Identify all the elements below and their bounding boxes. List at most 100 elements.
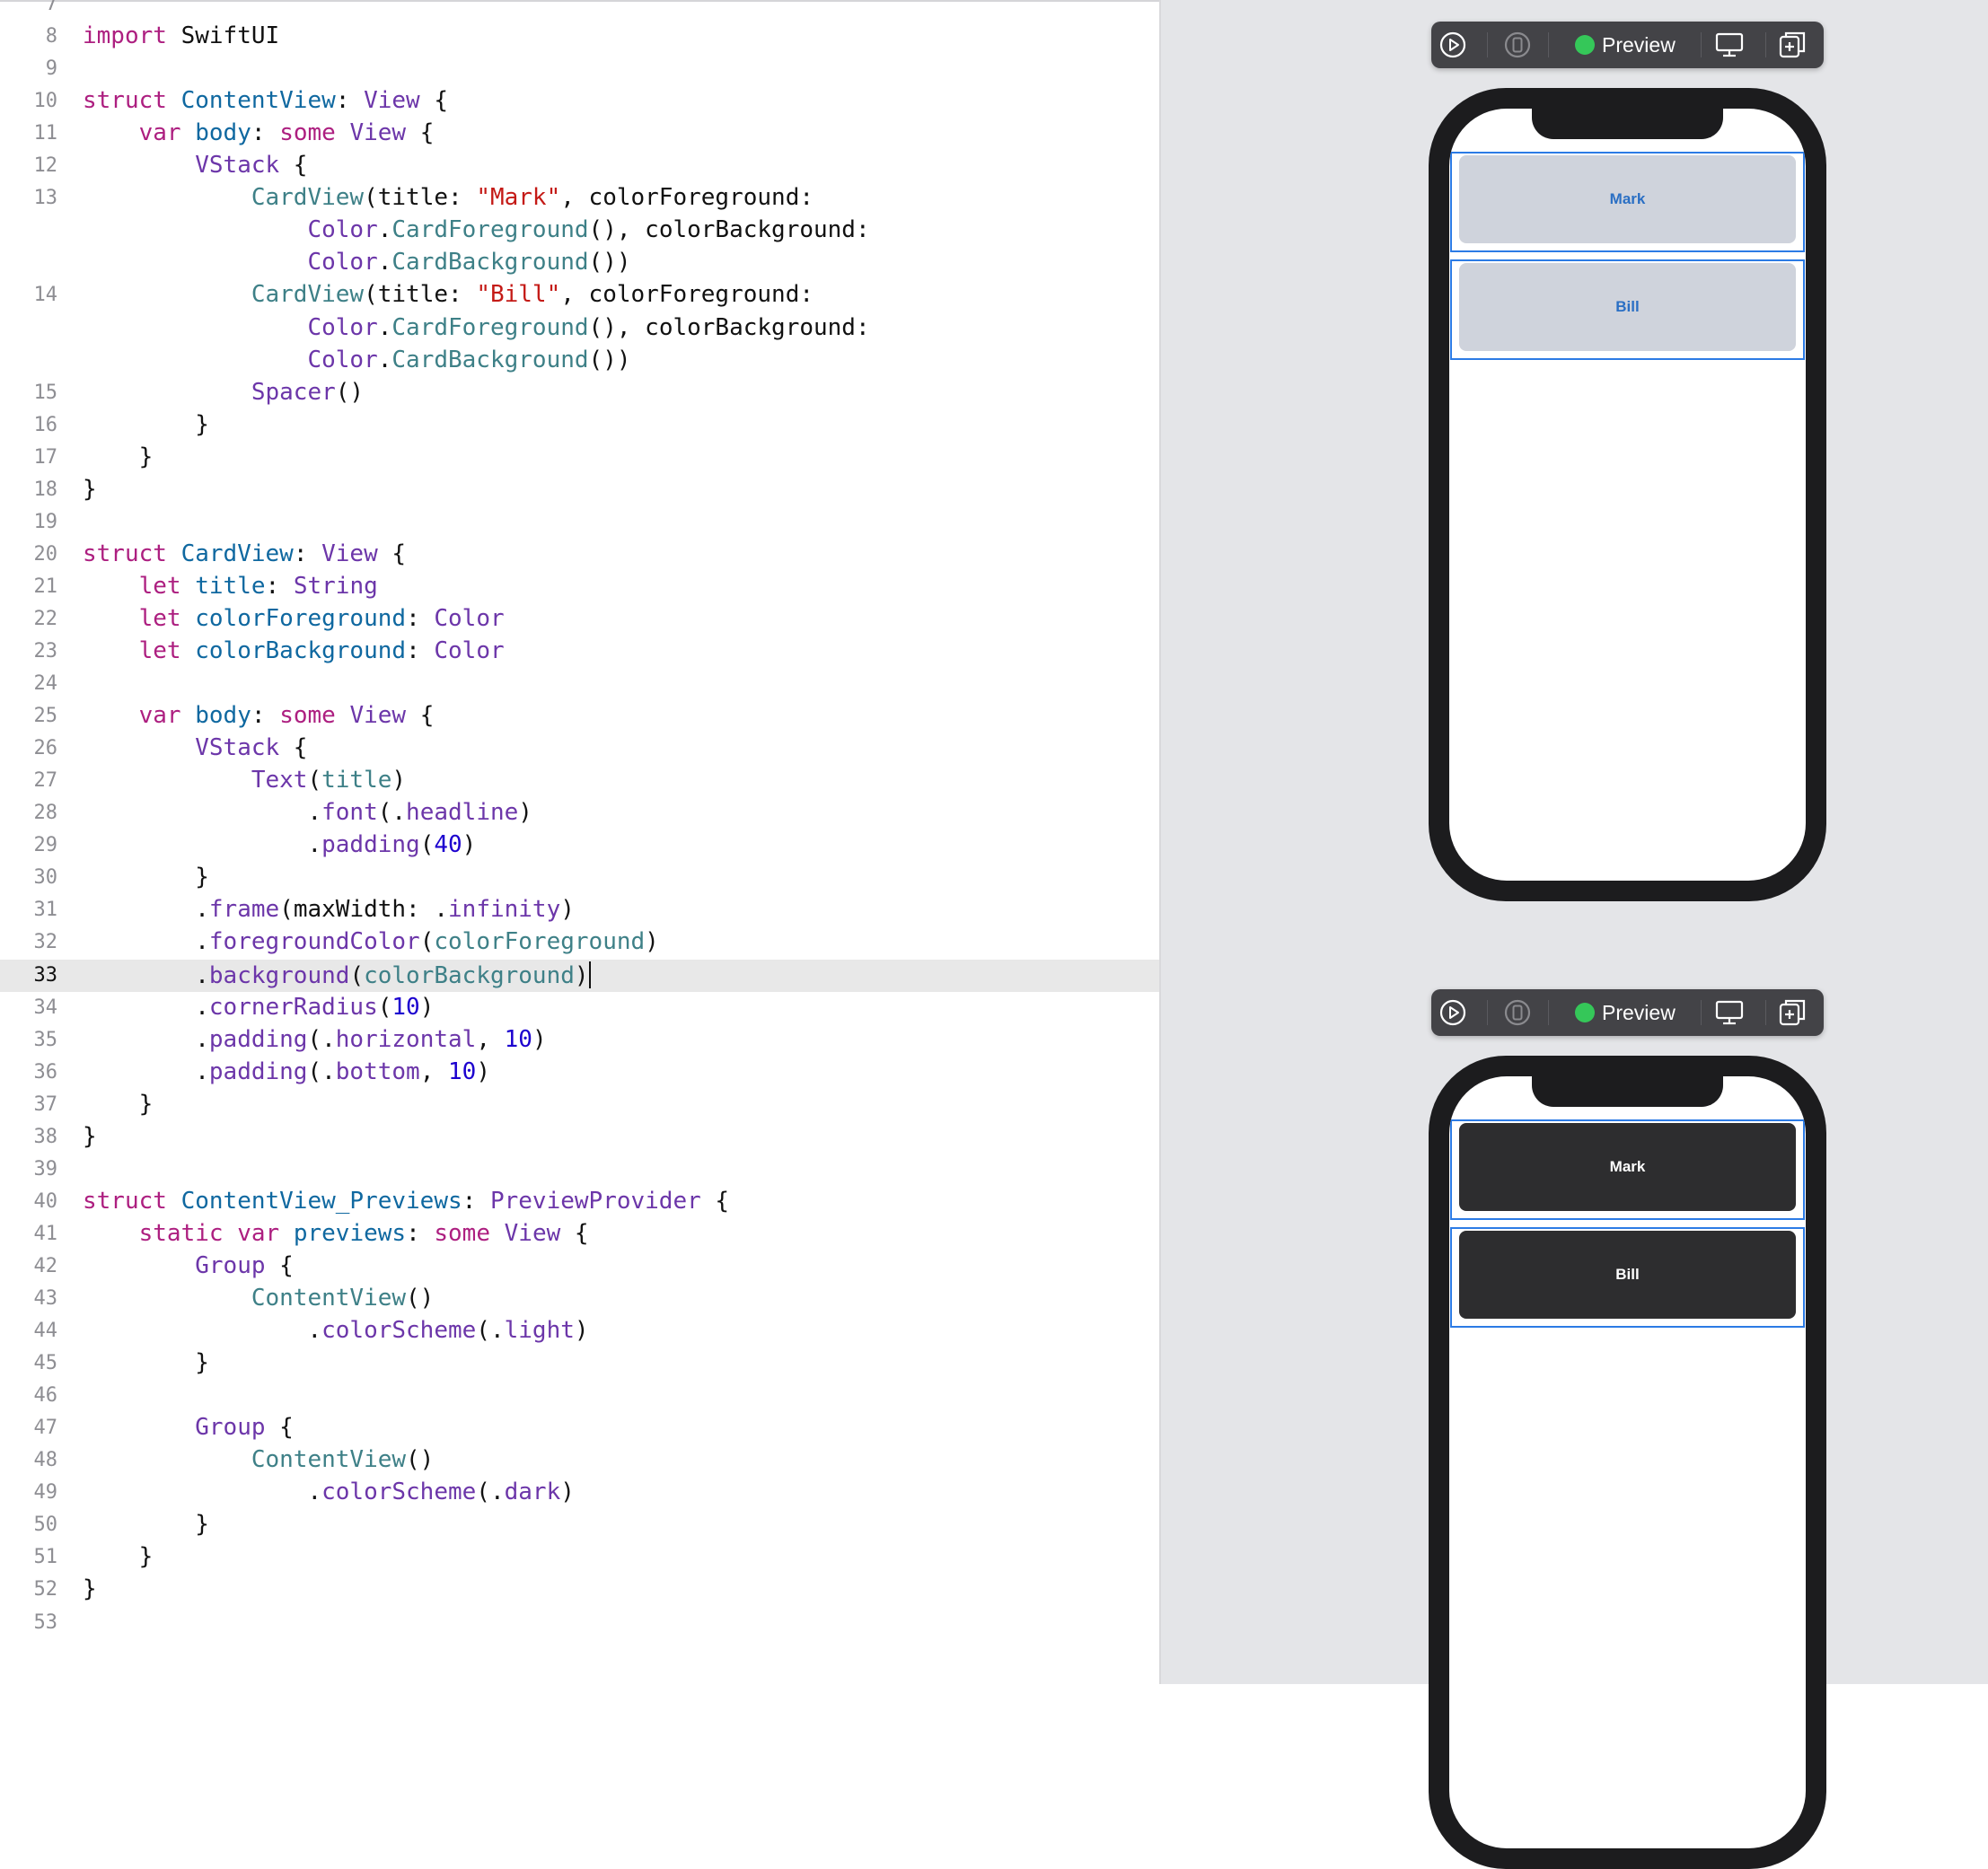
code-line[interactable]: 48 ContentView() bbox=[0, 1444, 1159, 1477]
code-line[interactable]: 21 let title: String bbox=[0, 571, 1159, 603]
code-token: (), colorBackground: bbox=[588, 313, 870, 341]
code-line[interactable]: 26 VStack { bbox=[0, 733, 1159, 765]
code-line[interactable]: 17 } bbox=[0, 442, 1159, 474]
code-token: let bbox=[138, 572, 181, 600]
code-line[interactable]: 43 ContentView() bbox=[0, 1283, 1159, 1315]
code-line[interactable]: 32 .foregroundColor(colorForeground) bbox=[0, 926, 1159, 959]
code-line[interactable]: 24 bbox=[0, 668, 1159, 700]
line-number: 51 bbox=[33, 1546, 58, 1569]
card-frame[interactable]: Mark bbox=[1450, 1119, 1805, 1220]
code-text: ContentView() bbox=[83, 1446, 435, 1473]
code-line[interactable]: 53 bbox=[0, 1607, 1159, 1639]
code-line[interactable]: 25 var body: some View { bbox=[0, 700, 1159, 733]
code-line[interactable]: 15 Spacer() bbox=[0, 377, 1159, 409]
code-line[interactable]: 7 bbox=[0, 0, 1159, 21]
duplicate-preview-button[interactable] bbox=[1776, 997, 1808, 1028]
code-line[interactable]: 39 bbox=[0, 1154, 1159, 1186]
code-token: View bbox=[364, 87, 420, 115]
code-text: .colorScheme(.light) bbox=[83, 1317, 589, 1345]
code-line[interactable]: 52} bbox=[0, 1574, 1159, 1606]
code-line[interactable]: 12 VStack { bbox=[0, 150, 1159, 182]
code-line[interactable]: 46 bbox=[0, 1380, 1159, 1412]
code-token: cornerRadius bbox=[208, 993, 378, 1021]
code-line[interactable]: 23 let colorBackground: Color bbox=[0, 636, 1159, 668]
code-line[interactable]: 28 .font(.headline) bbox=[0, 797, 1159, 829]
code-token: background bbox=[208, 961, 350, 989]
code-line[interactable]: Color.CardBackground()) bbox=[0, 247, 1159, 279]
code-line[interactable]: 27 Text(title) bbox=[0, 765, 1159, 797]
line-number: 21 bbox=[33, 575, 58, 598]
code-line[interactable]: 40 struct ContentView_Previews: PreviewPr… bbox=[0, 1186, 1159, 1218]
line-number: 13 bbox=[33, 187, 58, 210]
code-token: struct bbox=[83, 540, 167, 567]
code-editor[interactable]: 7 8 import SwiftUI 9 10 struct ContentView: V… bbox=[0, 0, 1161, 1684]
code-line[interactable]: 22 let colorForeground: Color bbox=[0, 603, 1159, 636]
code-line[interactable]: 37 } bbox=[0, 1089, 1159, 1121]
run-on-device-button[interactable] bbox=[1501, 30, 1534, 60]
code-line[interactable]: 35 .padding(.horizontal, 10) bbox=[0, 1024, 1159, 1057]
card-frame[interactable]: Bill bbox=[1450, 1227, 1805, 1328]
code-line[interactable]: 42 Group { bbox=[0, 1250, 1159, 1283]
line-number: 53 bbox=[33, 1610, 58, 1634]
code-line[interactable]: Color.CardForeground(), colorBackground: bbox=[0, 215, 1159, 247]
code-text: } bbox=[83, 1349, 209, 1376]
code-line[interactable]: 30 } bbox=[0, 862, 1159, 894]
code-token: CardBackground bbox=[391, 346, 589, 373]
code-line[interactable]: 14 CardView(title: "Bill", colorForegrou… bbox=[0, 279, 1159, 312]
code-line[interactable]: 50 } bbox=[0, 1509, 1159, 1541]
code-line[interactable]: Color.CardForeground(), colorBackground: bbox=[0, 312, 1159, 345]
code-token: (maxWidth: . bbox=[279, 896, 449, 924]
code-line[interactable]: 16 } bbox=[0, 409, 1159, 442]
code-line[interactable]: 18} bbox=[0, 474, 1159, 506]
code-token: body bbox=[195, 119, 251, 147]
code-line[interactable]: 33 .background(colorBackground) bbox=[0, 959, 1159, 992]
code-line[interactable]: 9 bbox=[0, 53, 1159, 85]
code-line[interactable]: 8 import SwiftUI bbox=[0, 21, 1159, 53]
code-token: , colorForeground: bbox=[560, 184, 814, 212]
line-number: 35 bbox=[33, 1028, 58, 1051]
live-preview-button[interactable] bbox=[1437, 997, 1469, 1028]
code-line[interactable]: 38} bbox=[0, 1121, 1159, 1154]
inspect-preview-button[interactable] bbox=[1713, 30, 1746, 60]
line-number: 10 bbox=[33, 90, 58, 113]
live-preview-button[interactable] bbox=[1437, 30, 1469, 60]
code-line[interactable]: 49 .colorScheme(.dark) bbox=[0, 1477, 1159, 1509]
code-line[interactable]: Color.CardBackground()) bbox=[0, 345, 1159, 377]
code-token: . bbox=[83, 831, 322, 859]
code-text: Group { bbox=[83, 1252, 294, 1279]
code-line[interactable]: 11 var body: some View { bbox=[0, 118, 1159, 150]
code-token: ) bbox=[574, 1317, 589, 1345]
code-text: let colorForeground: Color bbox=[83, 605, 505, 632]
code-line[interactable]: 41 static var previews: some View { bbox=[0, 1218, 1159, 1250]
line-number: 26 bbox=[33, 737, 58, 760]
code-text: Text(title) bbox=[83, 767, 406, 794]
code-line[interactable]: 13 CardView(title: "Mark", colorForegrou… bbox=[0, 182, 1159, 215]
code-line[interactable]: 29 .padding(40) bbox=[0, 829, 1159, 862]
line-number: 17 bbox=[33, 445, 58, 469]
run-on-device-button[interactable] bbox=[1501, 997, 1534, 1028]
code-line[interactable]: 45 } bbox=[0, 1347, 1159, 1380]
code-token: : bbox=[335, 87, 365, 115]
code-line[interactable]: 44 .colorScheme(.light) bbox=[0, 1315, 1159, 1347]
code-line[interactable]: 47 Group { bbox=[0, 1412, 1159, 1444]
code-line[interactable]: 51 } bbox=[0, 1541, 1159, 1574]
code-line[interactable]: 20 struct CardView: View { bbox=[0, 539, 1159, 571]
card-frame[interactable]: Bill bbox=[1450, 259, 1805, 360]
code-line[interactable]: 10 struct ContentView: View { bbox=[0, 85, 1159, 118]
duplicate-preview-button[interactable] bbox=[1776, 30, 1808, 60]
code-line[interactable]: 31 .frame(maxWidth: .infinity) bbox=[0, 894, 1159, 926]
code-line[interactable]: 36 .padding(.bottom, 10) bbox=[0, 1057, 1159, 1089]
code-token: . bbox=[83, 993, 209, 1021]
line-number: 25 bbox=[33, 705, 58, 728]
code-token: 40 bbox=[434, 831, 462, 859]
code-token: . bbox=[377, 249, 392, 276]
inspect-preview-button[interactable] bbox=[1713, 997, 1746, 1028]
code-line[interactable]: 19 bbox=[0, 506, 1159, 539]
code-token: : bbox=[406, 604, 435, 632]
code-token: { bbox=[419, 87, 449, 115]
card-frame[interactable]: Mark bbox=[1450, 152, 1805, 252]
code-line[interactable]: 34 .cornerRadius(10) bbox=[0, 992, 1159, 1024]
code-token: , bbox=[476, 1025, 505, 1053]
